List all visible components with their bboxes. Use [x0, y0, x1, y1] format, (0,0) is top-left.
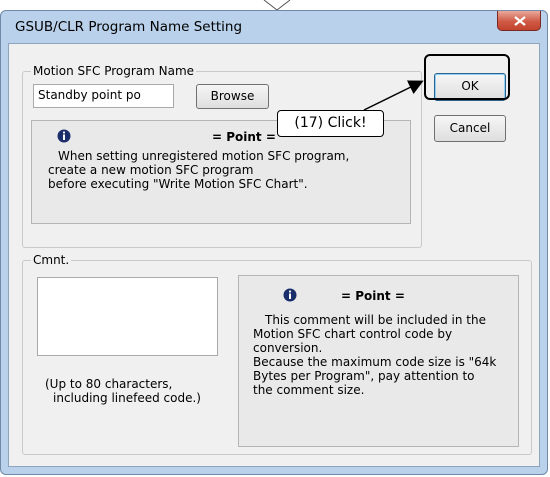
callout-arrow: [363, 80, 424, 111]
step-callout: (17) Click!: [277, 110, 384, 137]
